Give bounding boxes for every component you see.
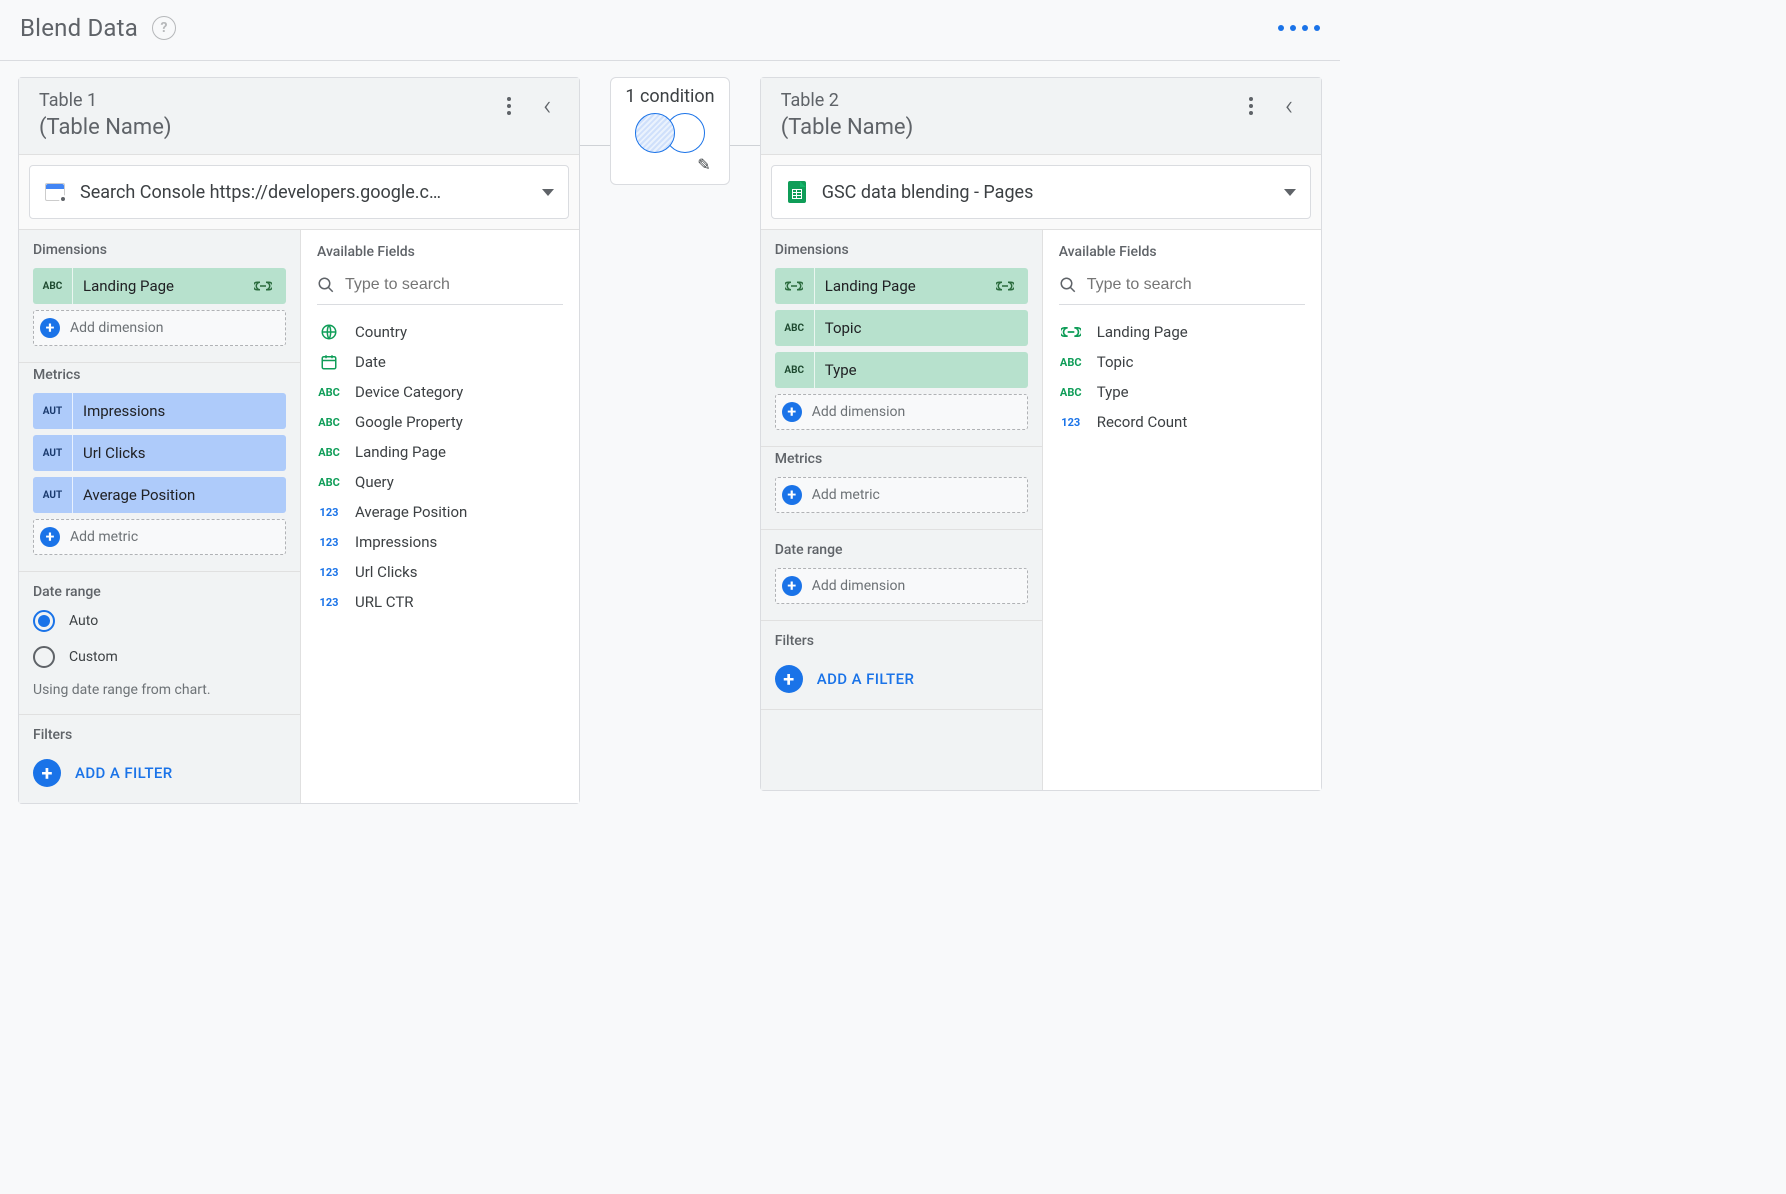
link-type-icon <box>775 268 815 304</box>
dimension-chip-type[interactable]: ABC Type <box>775 352 1028 388</box>
available-fields-label: Available Fields <box>1059 244 1305 260</box>
add-dimension-button[interactable]: + Add dimension <box>33 310 286 346</box>
pencil-icon: ✎ <box>697 155 710 174</box>
table1-datasource-select[interactable]: Search Console https://developers.google… <box>29 165 569 219</box>
metrics-label: Metrics <box>33 367 286 383</box>
available-field-landing-page[interactable]: Landing Page <box>1059 317 1305 347</box>
number-type-icon: 123 <box>317 506 341 519</box>
abc-type-icon: ABC <box>317 476 341 489</box>
table1-collapse-icon[interactable]: ‹ <box>535 94 559 118</box>
venn-left-join-icon <box>635 113 705 153</box>
plus-icon: + <box>782 576 802 596</box>
metric-chip-avg-position[interactable]: AUT Average Position <box>33 477 286 513</box>
available-field-google-property[interactable]: ABC Google Property <box>317 407 563 437</box>
drag-handle-icon[interactable] <box>1278 25 1320 31</box>
metrics-label: Metrics <box>775 451 1028 467</box>
abc-type-icon: ABC <box>317 386 341 399</box>
add-filter-button[interactable]: + ADD A FILTER <box>775 659 1028 693</box>
plus-icon: + <box>33 759 61 787</box>
radio-unchecked-icon <box>33 646 55 668</box>
search-icon <box>317 276 335 294</box>
sheets-icon <box>786 181 808 203</box>
table1-more-icon[interactable] <box>497 94 521 118</box>
daterange-auto-radio[interactable]: Auto <box>33 610 286 632</box>
table2-number: Table 2 <box>781 90 1239 111</box>
add-metric-button[interactable]: + Add metric <box>33 519 286 555</box>
available-field-url-ctr[interactable]: 123 URL CTR <box>317 587 563 617</box>
abc-type-icon: ABC <box>1059 386 1083 399</box>
page-title: Blend Data <box>20 14 138 42</box>
dimension-chip-landing-page[interactable]: ABC Landing Page <box>33 268 286 304</box>
abc-type-icon: ABC <box>1059 356 1083 369</box>
available-field-topic[interactable]: ABC Topic <box>1059 347 1305 377</box>
add-daterange-dimension-button[interactable]: + Add dimension <box>775 568 1028 604</box>
dimensions-label: Dimensions <box>33 242 286 258</box>
available-field-record-count[interactable]: 123 Record Count <box>1059 407 1305 437</box>
available-fields-label: Available Fields <box>317 244 563 260</box>
table2-datasource-label: GSC data blending - Pages <box>822 182 1270 203</box>
available-field-query[interactable]: ABC Query <box>317 467 563 497</box>
search-console-icon <box>44 181 66 203</box>
plus-icon: + <box>40 318 60 338</box>
add-filter-button[interactable]: + ADD A FILTER <box>33 753 286 787</box>
metric-chip-impressions[interactable]: AUT Impressions <box>33 393 286 429</box>
number-type-icon: 123 <box>317 536 341 549</box>
dimensions-label: Dimensions <box>775 242 1028 258</box>
join-connector: 1 condition ✎ <box>580 77 759 185</box>
number-type-icon: 123 <box>317 566 341 579</box>
globe-icon <box>317 323 341 341</box>
available-field-type[interactable]: ABC Type <box>1059 377 1305 407</box>
header: Blend Data ? <box>0 0 1340 61</box>
number-type-icon: 123 <box>1059 416 1083 429</box>
link-type-icon <box>1059 326 1083 338</box>
calendar-icon <box>317 353 341 371</box>
daterange-label: Date range <box>33 584 286 600</box>
available-field-device-category[interactable]: ABC Device Category <box>317 377 563 407</box>
daterange-hint: Using date range from chart. <box>33 682 286 698</box>
available-field-country[interactable]: Country <box>317 317 563 347</box>
daterange-custom-radio[interactable]: Custom <box>33 646 286 668</box>
plus-icon: + <box>775 665 803 693</box>
available-field-impressions[interactable]: 123 Impressions <box>317 527 563 557</box>
table1-number: Table 1 <box>39 90 497 111</box>
dimension-chip-topic[interactable]: ABC Topic <box>775 310 1028 346</box>
field-search-input[interactable] <box>1087 276 1305 294</box>
dropdown-caret-icon <box>1284 189 1296 196</box>
table2-datasource-select[interactable]: GSC data blending - Pages <box>771 165 1311 219</box>
table2-more-icon[interactable] <box>1239 94 1263 118</box>
dimension-chip-landing-page[interactable]: Landing Page <box>775 268 1028 304</box>
plus-icon: + <box>40 527 60 547</box>
available-field-landing-page[interactable]: ABC Landing Page <box>317 437 563 467</box>
radio-checked-icon <box>33 610 55 632</box>
number-type-icon: 123 <box>317 596 341 609</box>
table2-name[interactable]: (Table Name) <box>781 115 1239 140</box>
join-condition-label: 1 condition <box>625 86 714 107</box>
link-icon <box>996 280 1028 292</box>
filters-label: Filters <box>775 633 1028 649</box>
metric-chip-url-clicks[interactable]: AUT Url Clicks <box>33 435 286 471</box>
link-icon <box>254 280 286 292</box>
abc-type-icon: ABC <box>317 446 341 459</box>
daterange-label: Date range <box>775 542 1028 558</box>
add-metric-button[interactable]: + Add metric <box>775 477 1028 513</box>
abc-type-icon: ABC <box>317 416 341 429</box>
table2-card: Table 2 (Table Name) ‹ GSC data blending… <box>760 77 1322 791</box>
dropdown-caret-icon <box>542 189 554 196</box>
field-search-input[interactable] <box>345 276 563 294</box>
help-icon[interactable]: ? <box>152 16 176 40</box>
table1-name[interactable]: (Table Name) <box>39 115 497 140</box>
available-field-url-clicks[interactable]: 123 Url Clicks <box>317 557 563 587</box>
table1-card: Table 1 (Table Name) ‹ Search Console ht… <box>18 77 580 804</box>
available-field-avg-position[interactable]: 123 Average Position <box>317 497 563 527</box>
filters-label: Filters <box>33 727 286 743</box>
type-badge-abc: ABC <box>33 268 73 304</box>
table1-datasource-label: Search Console https://developers.google… <box>80 182 528 203</box>
plus-icon: + <box>782 485 802 505</box>
join-config-button[interactable]: 1 condition ✎ <box>610 77 729 185</box>
available-field-date[interactable]: Date <box>317 347 563 377</box>
table2-collapse-icon[interactable]: ‹ <box>1277 94 1301 118</box>
plus-icon: + <box>782 402 802 422</box>
add-dimension-button[interactable]: + Add dimension <box>775 394 1028 430</box>
search-icon <box>1059 276 1077 294</box>
